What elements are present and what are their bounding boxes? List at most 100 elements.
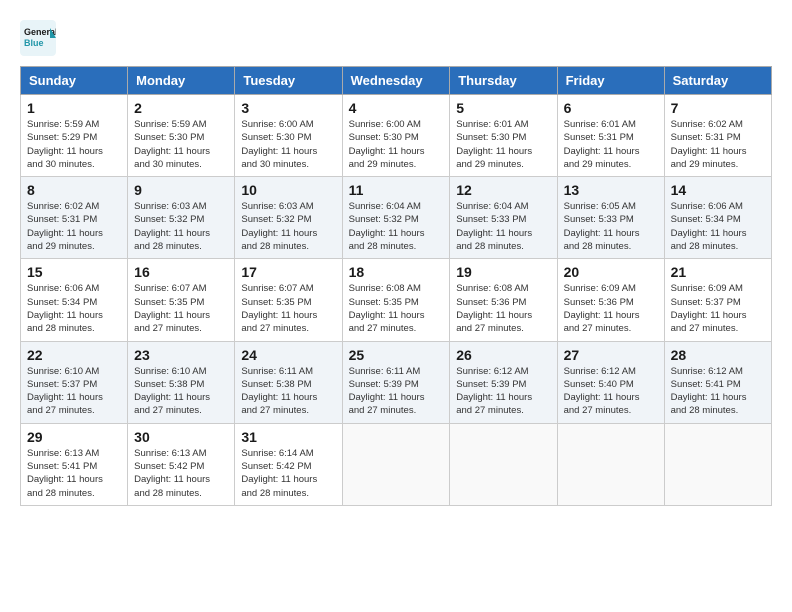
day-info: Sunrise: 5:59 AM Sunset: 5:29 PM Dayligh… [27, 118, 121, 171]
day-number: 7 [671, 100, 765, 116]
day-number: 30 [134, 429, 228, 445]
weekday-header-friday: Friday [557, 67, 664, 95]
calendar-day-12: 12 Sunrise: 6:04 AM Sunset: 5:33 PM Dayli… [450, 177, 557, 259]
day-number: 21 [671, 264, 765, 280]
day-number: 15 [27, 264, 121, 280]
day-number: 10 [241, 182, 335, 198]
day-info: Sunrise: 6:07 AM Sunset: 5:35 PM Dayligh… [134, 282, 228, 335]
weekday-header-thursday: Thursday [450, 67, 557, 95]
day-number: 2 [134, 100, 228, 116]
calendar-day-22: 22Sunrise: 6:10 AM Sunset: 5:37 PM Dayli… [21, 341, 128, 423]
calendar-day-31: 31 Sunrise: 6:14 AM Sunset: 5:42 PM Dayli… [235, 423, 342, 505]
day-info: Sunrise: 6:08 AM Sunset: 5:36 PM Dayligh… [456, 282, 550, 335]
logo: General Blue [20, 20, 56, 56]
day-info: Sunrise: 6:09 AM Sunset: 5:36 PM Dayligh… [564, 282, 658, 335]
empty-cell [342, 423, 450, 505]
calendar-header-row: SundayMondayTuesdayWednesdayThursdayFrid… [21, 67, 772, 95]
calendar-day-11: 11 Sunrise: 6:04 AM Sunset: 5:32 PM Dayli… [342, 177, 450, 259]
calendar-day-26: 26 Sunrise: 6:12 AM Sunset: 5:39 PM Dayli… [450, 341, 557, 423]
calendar-day-24: 24 Sunrise: 6:11 AM Sunset: 5:38 PM Dayli… [235, 341, 342, 423]
svg-text:Blue: Blue [24, 38, 44, 48]
calendar-day-2: 2Sunrise: 5:59 AM Sunset: 5:30 PM Daylig… [128, 95, 235, 177]
day-info: Sunrise: 6:00 AM Sunset: 5:30 PM Dayligh… [241, 118, 335, 171]
day-number: 19 [456, 264, 550, 280]
calendar-day-16: 16 Sunrise: 6:07 AM Sunset: 5:35 PM Dayli… [128, 259, 235, 341]
day-number: 28 [671, 347, 765, 363]
day-info: Sunrise: 6:12 AM Sunset: 5:39 PM Dayligh… [456, 365, 550, 418]
day-number: 25 [349, 347, 444, 363]
logo-icon: General Blue [20, 20, 56, 56]
day-number: 23 [134, 347, 228, 363]
day-info: Sunrise: 6:01 AM Sunset: 5:30 PM Dayligh… [456, 118, 550, 171]
day-info: Sunrise: 6:13 AM Sunset: 5:42 PM Dayligh… [134, 447, 228, 500]
calendar-day-19: 19 Sunrise: 6:08 AM Sunset: 5:36 PM Dayli… [450, 259, 557, 341]
day-number: 27 [564, 347, 658, 363]
weekday-header-monday: Monday [128, 67, 235, 95]
day-info: Sunrise: 6:11 AM Sunset: 5:38 PM Dayligh… [241, 365, 335, 418]
calendar-day-28: 28Sunrise: 6:12 AM Sunset: 5:41 PM Dayli… [664, 341, 771, 423]
weekday-header-tuesday: Tuesday [235, 67, 342, 95]
day-info: Sunrise: 6:02 AM Sunset: 5:31 PM Dayligh… [27, 200, 121, 253]
calendar-week-1: 1 Sunrise: 5:59 AM Sunset: 5:29 PM Daylig… [21, 95, 772, 177]
day-number: 31 [241, 429, 335, 445]
day-number: 1 [27, 100, 121, 116]
weekday-header-saturday: Saturday [664, 67, 771, 95]
day-info: Sunrise: 6:04 AM Sunset: 5:32 PM Dayligh… [349, 200, 444, 253]
weekday-header-wednesday: Wednesday [342, 67, 450, 95]
calendar-day-6: 6Sunrise: 6:01 AM Sunset: 5:31 PM Daylig… [557, 95, 664, 177]
weekday-header-sunday: Sunday [21, 67, 128, 95]
day-info: Sunrise: 6:14 AM Sunset: 5:42 PM Dayligh… [241, 447, 335, 500]
calendar-day-9: 9 Sunrise: 6:03 AM Sunset: 5:32 PM Daylig… [128, 177, 235, 259]
day-number: 20 [564, 264, 658, 280]
calendar-week-2: 8 Sunrise: 6:02 AM Sunset: 5:31 PM Daylig… [21, 177, 772, 259]
day-info: Sunrise: 6:03 AM Sunset: 5:32 PM Dayligh… [134, 200, 228, 253]
calendar-week-3: 15Sunrise: 6:06 AM Sunset: 5:34 PM Dayli… [21, 259, 772, 341]
day-number: 11 [349, 182, 444, 198]
day-number: 8 [27, 182, 121, 198]
day-info: Sunrise: 6:05 AM Sunset: 5:33 PM Dayligh… [564, 200, 658, 253]
calendar-day-5: 5 Sunrise: 6:01 AM Sunset: 5:30 PM Daylig… [450, 95, 557, 177]
day-info: Sunrise: 6:04 AM Sunset: 5:33 PM Dayligh… [456, 200, 550, 253]
calendar-day-29: 29Sunrise: 6:13 AM Sunset: 5:41 PM Dayli… [21, 423, 128, 505]
calendar-day-8: 8 Sunrise: 6:02 AM Sunset: 5:31 PM Daylig… [21, 177, 128, 259]
day-number: 18 [349, 264, 444, 280]
day-number: 14 [671, 182, 765, 198]
empty-cell [664, 423, 771, 505]
day-number: 13 [564, 182, 658, 198]
day-info: Sunrise: 6:08 AM Sunset: 5:35 PM Dayligh… [349, 282, 444, 335]
calendar-day-27: 27 Sunrise: 6:12 AM Sunset: 5:40 PM Dayli… [557, 341, 664, 423]
calendar-day-15: 15Sunrise: 6:06 AM Sunset: 5:34 PM Dayli… [21, 259, 128, 341]
page-header: General Blue [20, 20, 772, 56]
day-number: 9 [134, 182, 228, 198]
day-info: Sunrise: 6:07 AM Sunset: 5:35 PM Dayligh… [241, 282, 335, 335]
calendar-day-14: 14 Sunrise: 6:06 AM Sunset: 5:34 PM Dayli… [664, 177, 771, 259]
calendar-day-17: 17 Sunrise: 6:07 AM Sunset: 5:35 PM Dayli… [235, 259, 342, 341]
day-info: Sunrise: 6:10 AM Sunset: 5:38 PM Dayligh… [134, 365, 228, 418]
calendar-day-1: 1 Sunrise: 5:59 AM Sunset: 5:29 PM Daylig… [21, 95, 128, 177]
calendar-day-25: 25 Sunrise: 6:11 AM Sunset: 5:39 PM Dayli… [342, 341, 450, 423]
calendar-day-20: 20 Sunrise: 6:09 AM Sunset: 5:36 PM Dayli… [557, 259, 664, 341]
day-number: 29 [27, 429, 121, 445]
day-number: 3 [241, 100, 335, 116]
day-number: 16 [134, 264, 228, 280]
calendar-week-4: 22Sunrise: 6:10 AM Sunset: 5:37 PM Dayli… [21, 341, 772, 423]
day-info: Sunrise: 6:00 AM Sunset: 5:30 PM Dayligh… [349, 118, 444, 171]
day-number: 17 [241, 264, 335, 280]
day-number: 26 [456, 347, 550, 363]
day-number: 22 [27, 347, 121, 363]
day-number: 12 [456, 182, 550, 198]
day-number: 5 [456, 100, 550, 116]
calendar-day-23: 23 Sunrise: 6:10 AM Sunset: 5:38 PM Dayli… [128, 341, 235, 423]
calendar-week-5: 29Sunrise: 6:13 AM Sunset: 5:41 PM Dayli… [21, 423, 772, 505]
calendar-day-7: 7Sunrise: 6:02 AM Sunset: 5:31 PM Daylig… [664, 95, 771, 177]
day-info: Sunrise: 6:11 AM Sunset: 5:39 PM Dayligh… [349, 365, 444, 418]
day-info: Sunrise: 6:03 AM Sunset: 5:32 PM Dayligh… [241, 200, 335, 253]
day-number: 4 [349, 100, 444, 116]
day-info: Sunrise: 6:06 AM Sunset: 5:34 PM Dayligh… [671, 200, 765, 253]
day-info: Sunrise: 6:12 AM Sunset: 5:40 PM Dayligh… [564, 365, 658, 418]
calendar-table: SundayMondayTuesdayWednesdayThursdayFrid… [20, 66, 772, 506]
day-number: 6 [564, 100, 658, 116]
calendar-day-3: 3 Sunrise: 6:00 AM Sunset: 5:30 PM Daylig… [235, 95, 342, 177]
day-number: 24 [241, 347, 335, 363]
calendar-day-10: 10 Sunrise: 6:03 AM Sunset: 5:32 PM Dayli… [235, 177, 342, 259]
